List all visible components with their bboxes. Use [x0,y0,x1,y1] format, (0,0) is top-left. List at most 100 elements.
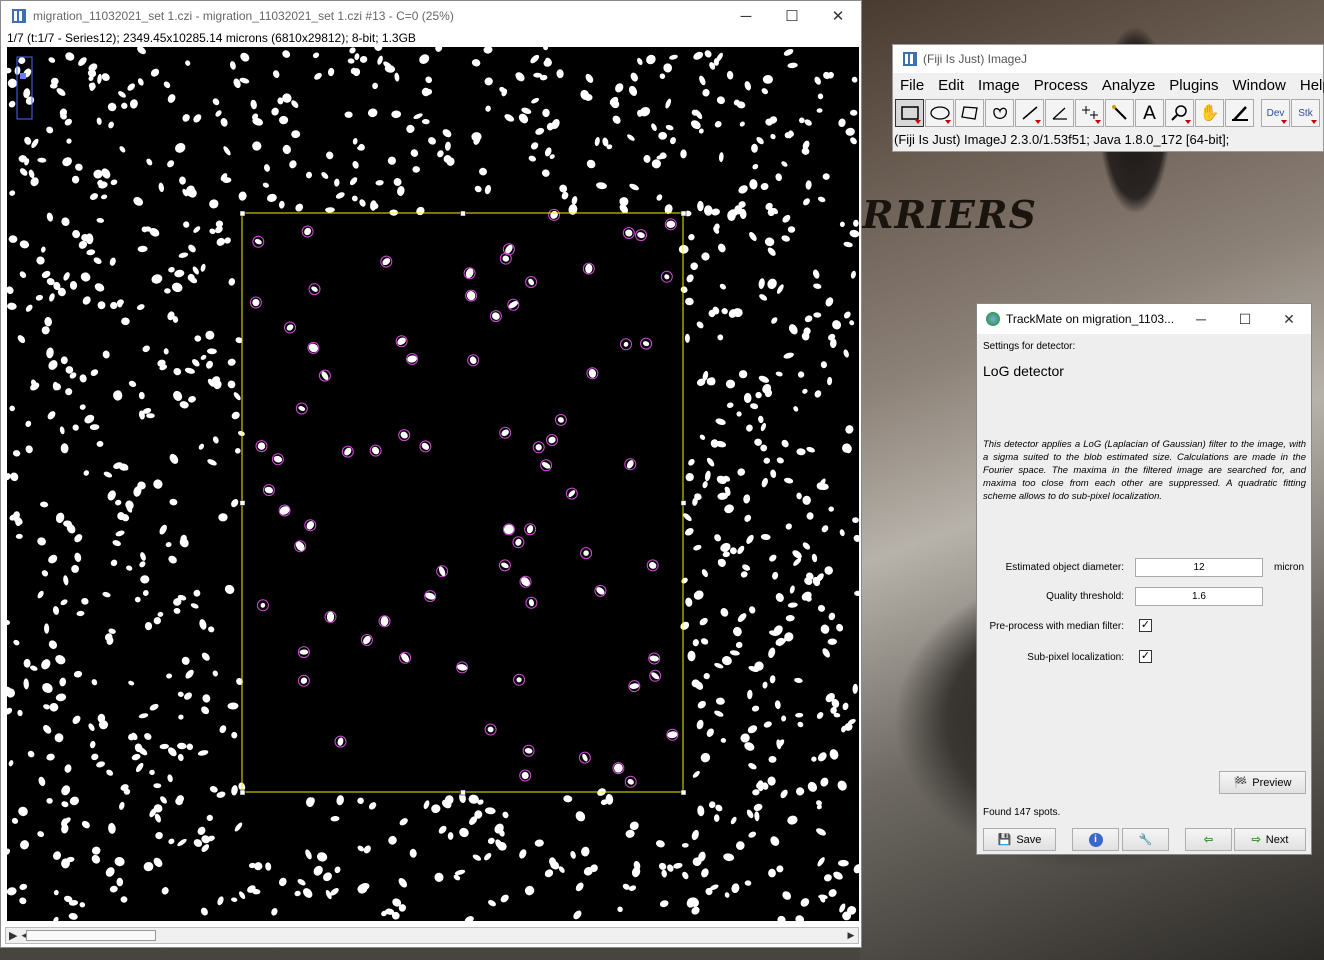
cell-nucleus [425,76,433,84]
cell-nucleus [163,81,171,89]
cell-nucleus [387,156,396,165]
cell-nucleus [838,859,849,867]
save-button[interactable]: 💾 Save [983,828,1056,851]
cell-nucleus [93,257,102,265]
minimize-button[interactable]: ─ [723,1,769,31]
menu-image[interactable]: Image [971,77,1027,94]
cell-image [7,47,859,921]
cell-nucleus [754,811,760,822]
menu-analyze[interactable]: Analyze [1095,77,1162,94]
cell-nucleus [817,604,826,612]
oval-tool-icon[interactable] [925,99,954,127]
cell-nucleus [7,887,17,896]
found-spots-text: Found 147 spots. [983,807,1061,818]
cell-nucleus [785,614,795,622]
cell-nucleus [7,620,10,625]
cell-nucleus [410,149,419,157]
cell-nucleus [41,659,51,670]
trackmate-minimize-button[interactable]: ─ [1179,311,1223,327]
color-picker-tool-icon[interactable] [1225,99,1254,127]
cell-nucleus [44,317,53,327]
menu-window[interactable]: Window [1226,77,1293,94]
menu-edit[interactable]: Edit [931,77,971,94]
menu-help[interactable]: Help [1293,77,1324,94]
cell-nucleus [19,271,27,279]
roi-handle[interactable] [680,500,687,506]
cell-nucleus [483,47,493,54]
subpixel-checkbox[interactable]: ✓ [1139,650,1152,663]
cell-nucleus [685,297,694,306]
cell-nucleus [796,448,806,456]
quality-field[interactable]: 1.6 [1135,587,1263,606]
polygon-tool-icon[interactable] [955,99,984,127]
cell-nucleus [59,677,67,687]
cell-nucleus [143,861,154,872]
cell-nucleus [96,440,104,447]
info-button[interactable]: i [1072,828,1119,851]
cell-nucleus [334,178,340,187]
cell-nucleus [96,117,102,125]
cell-nucleus [669,54,678,60]
config-button[interactable]: 🔧 [1122,828,1169,851]
median-filter-checkbox[interactable]: ✓ [1139,619,1152,632]
cell-nucleus [758,415,764,424]
scrollbar-thumb[interactable] [26,930,156,941]
cell-nucleus [814,76,821,85]
cell-nucleus [813,312,822,318]
roi-handle[interactable] [680,789,687,796]
maximize-button[interactable]: ☐ [769,1,815,31]
close-button[interactable]: ✕ [815,1,861,31]
menu-plugins[interactable]: Plugins [1162,77,1225,94]
trackmate-close-button[interactable]: ✕ [1267,311,1311,328]
cell-nucleus [113,390,123,401]
cell-nucleus [484,184,492,195]
roi-handle[interactable] [239,789,246,796]
preview-button[interactable]: 🏁 Preview [1219,771,1306,794]
cell-nucleus [704,50,712,58]
trackmate-maximize-button[interactable]: ☐ [1223,311,1267,328]
freehand-tool-icon[interactable] [985,99,1014,127]
cell-nucleus [822,648,830,658]
cell-nucleus [571,196,578,205]
roi-handle[interactable] [680,210,687,217]
diameter-field[interactable]: 12 [1135,558,1263,577]
line-tool-icon[interactable] [1015,99,1044,127]
multipoint-tool-icon[interactable] [1075,99,1104,127]
cell-nucleus [91,679,98,686]
rectangle-tool-icon[interactable] [895,99,924,127]
dev-tool-button[interactable]: Dev [1261,99,1290,127]
text-tool-icon[interactable]: A [1135,99,1164,127]
wand-tool-icon[interactable] [1105,99,1134,127]
next-button[interactable]: ⇨ Next [1234,828,1306,851]
menu-file[interactable]: File [893,77,931,94]
cell-nucleus [229,61,236,70]
roi-handle[interactable] [460,789,466,796]
magnifier-tool-icon[interactable] [1165,99,1194,127]
menu-process[interactable]: Process [1027,77,1095,94]
play-icon[interactable]: ▶ [9,929,17,942]
cell-nucleus [354,53,360,61]
roi-rectangle[interactable] [241,212,684,793]
cell-nucleus [805,180,812,190]
image-canvas[interactable] [7,47,859,921]
roi-handle[interactable] [460,210,466,217]
hand-tool-icon[interactable]: ✋ [1195,99,1224,127]
imagej-titlebar[interactable]: (Fiji Is Just) ImageJ [893,45,1323,73]
cell-nucleus [223,146,231,156]
cell-nucleus [46,347,54,359]
cell-nucleus [501,429,509,437]
image-window-titlebar[interactable]: migration_11032021_set 1.czi - migration… [1,1,861,31]
roi-handle[interactable] [239,500,246,506]
trackmate-titlebar[interactable]: TrackMate on migration_1103... ─ ☐ ✕ [977,304,1311,334]
cell-nucleus [271,908,278,916]
frame-scrollbar[interactable]: ▶ ◀ ▶ [5,927,859,944]
scroll-right-icon[interactable]: ▶ [844,928,858,943]
stk-tool-button[interactable]: Stk [1291,99,1320,127]
cell-nucleus [754,438,762,446]
cell-nucleus [744,514,752,522]
angle-tool-icon[interactable] [1045,99,1074,127]
roi-handle[interactable] [239,210,246,217]
cell-nucleus [30,177,39,187]
previous-button[interactable]: ⇦ [1185,828,1232,851]
subpixel-label: Sub-pixel localization: [1027,652,1124,663]
